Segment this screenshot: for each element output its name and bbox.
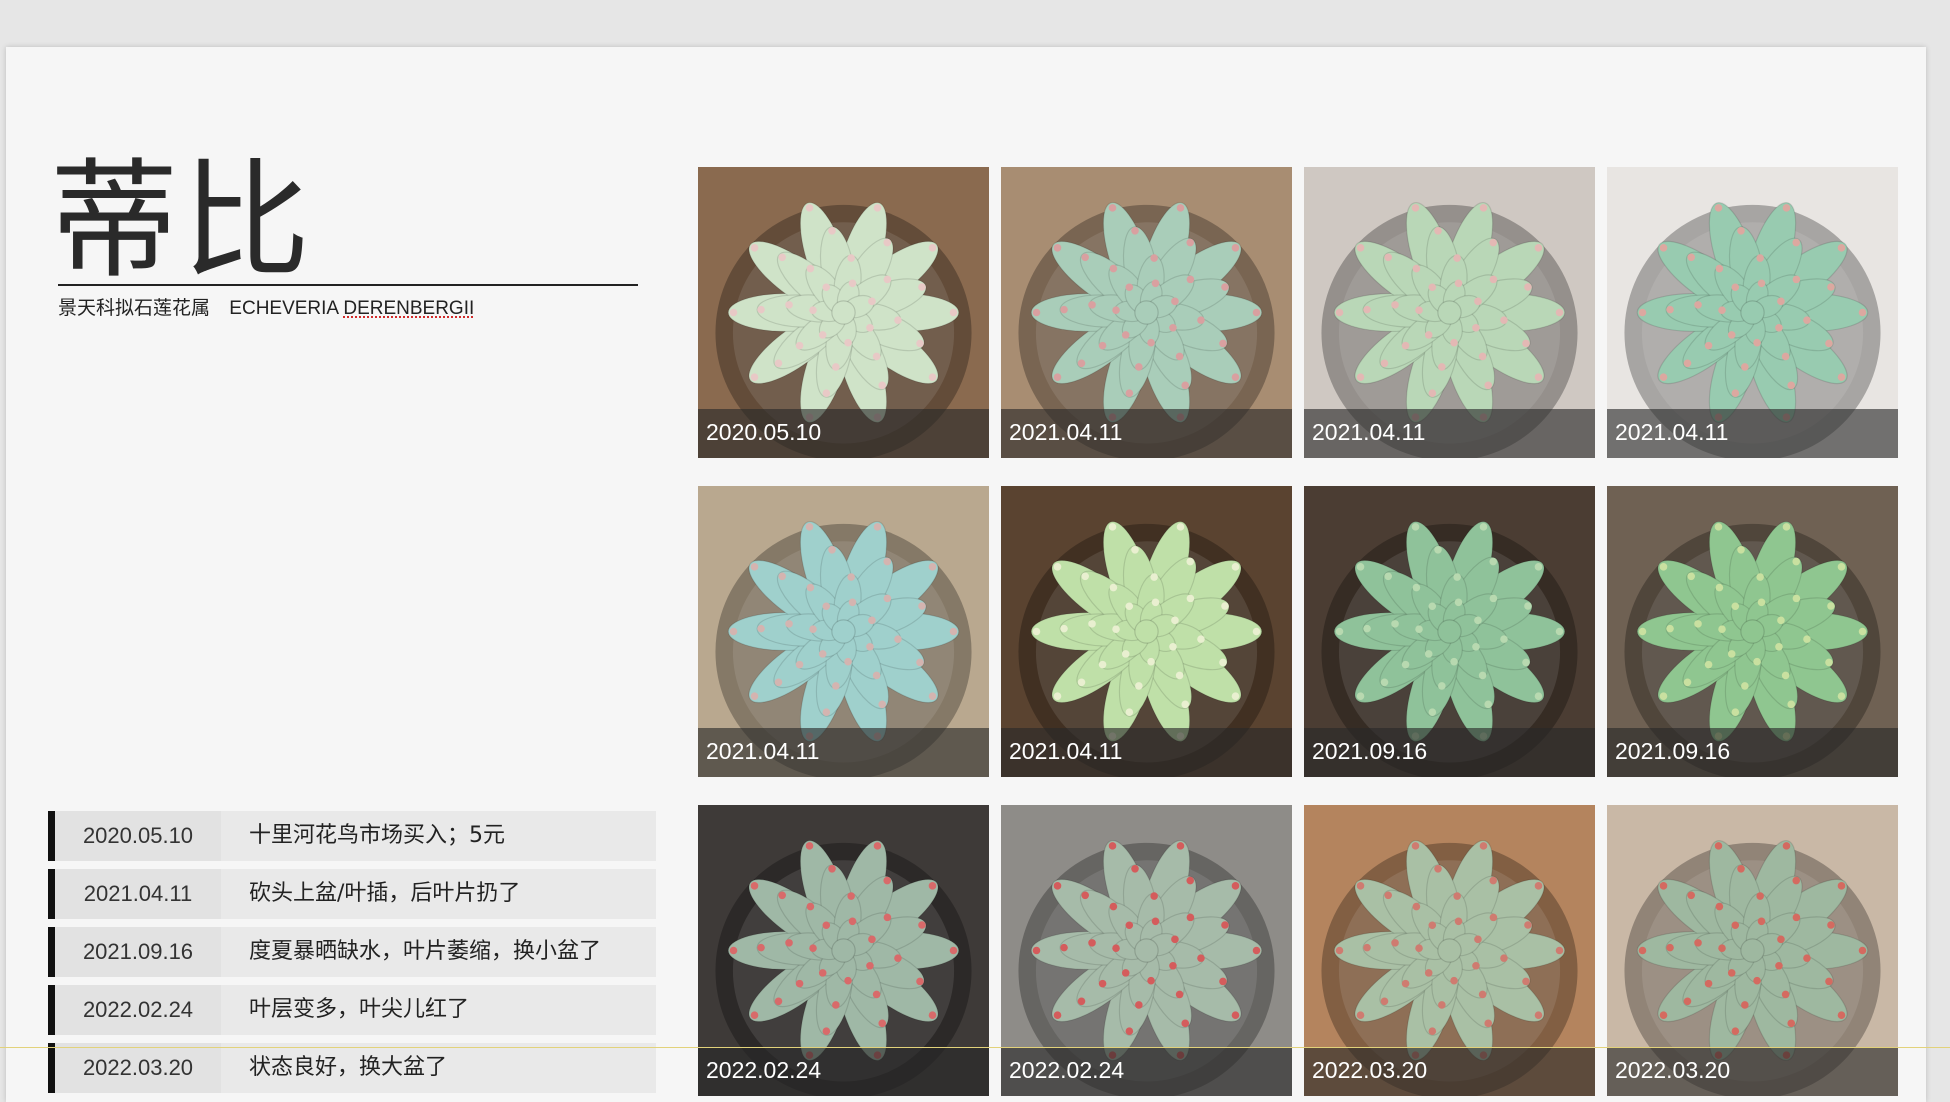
timeline-date: 2020.05.10 bbox=[55, 811, 221, 861]
photo-date: 2022.03.20 bbox=[1312, 1057, 1428, 1083]
species-subtitle: 景天科拟石莲花属 ECHEVERIA DERENBERGII bbox=[58, 293, 474, 320]
timeline-date: 2021.09.16 bbox=[55, 927, 221, 977]
timeline-row: 2021.09.16 度夏暴晒缺水，叶片萎缩，换小盆了 bbox=[48, 927, 656, 977]
succulent-photo[interactable]: 2021.09.16 bbox=[1607, 486, 1898, 777]
photo-caption-bar: 2022.03.20 bbox=[1607, 1047, 1898, 1096]
photo-caption-bar: 2022.02.24 bbox=[1001, 1047, 1292, 1096]
photo-caption-bar: 2022.03.20 bbox=[1304, 1047, 1595, 1096]
title-divider bbox=[58, 284, 638, 286]
succulent-photo[interactable]: 2022.03.20 bbox=[1304, 805, 1595, 1096]
photo-date: 2021.04.11 bbox=[1009, 419, 1123, 445]
growth-timeline: 2020.05.10 十里河花鸟市场买入；5元 2021.04.11 砍头上盆/… bbox=[48, 811, 656, 1101]
page-title: 蒂比 bbox=[50, 147, 315, 296]
latin-species: DERENBERGII bbox=[343, 298, 475, 319]
photo-caption-bar: 2022.02.24 bbox=[698, 1047, 989, 1096]
succulent-photo[interactable]: 2022.03.20 bbox=[1607, 805, 1898, 1096]
slide-canvas: 蒂比 景天科拟石莲花属 ECHEVERIA DERENBERGII 2020.0… bbox=[6, 47, 1926, 1102]
succulent-photo[interactable]: 2021.04.11 bbox=[1607, 167, 1898, 458]
photo-date: 2021.04.11 bbox=[1312, 419, 1426, 445]
photo-caption-bar: 2021.04.11 bbox=[1304, 409, 1595, 458]
timeline-note: 砍头上盆/叶插，后叶片扔了 bbox=[249, 881, 521, 906]
timeline-note: 度夏暴晒缺水，叶片萎缩，换小盆了 bbox=[249, 939, 602, 964]
photo-date: 2022.02.24 bbox=[706, 1057, 822, 1083]
succulent-photo[interactable]: 2021.04.11 bbox=[1001, 167, 1292, 458]
photo-caption-bar: 2021.09.16 bbox=[1607, 728, 1898, 777]
photo-date: 2021.09.16 bbox=[1615, 738, 1731, 764]
photo-caption-bar: 2021.04.11 bbox=[1001, 728, 1292, 777]
timeline-row: 2020.05.10 十里河花鸟市场买入；5元 bbox=[48, 811, 656, 861]
photo-date: 2022.02.24 bbox=[1009, 1057, 1125, 1083]
succulent-photo[interactable]: 2022.02.24 bbox=[698, 805, 989, 1096]
timeline-note: 十里河花鸟市场买入；5元 bbox=[249, 823, 505, 848]
genus-chinese: 景天科拟石莲花属 bbox=[58, 297, 211, 319]
timeline-date: 2022.02.24 bbox=[55, 985, 221, 1035]
photo-caption-bar: 2021.04.11 bbox=[1607, 409, 1898, 458]
succulent-photo[interactable]: 2022.02.24 bbox=[1001, 805, 1292, 1096]
photo-caption-bar: 2020.05.10 bbox=[698, 409, 989, 458]
timeline-date: 2021.04.11 bbox=[55, 869, 221, 919]
photo-date: 2021.04.11 bbox=[1009, 738, 1123, 764]
photo-date: 2022.03.20 bbox=[1615, 1057, 1731, 1083]
photo-date: 2021.04.11 bbox=[1615, 419, 1729, 445]
photo-caption-bar: 2021.04.11 bbox=[698, 728, 989, 777]
latin-genus: ECHEVERIA bbox=[229, 298, 339, 319]
photo-date: 2020.05.10 bbox=[706, 419, 822, 445]
succulent-photo[interactable]: 2021.04.11 bbox=[698, 486, 989, 777]
succulent-photo[interactable]: 2021.04.11 bbox=[1001, 486, 1292, 777]
succulent-photo[interactable]: 2021.09.16 bbox=[1304, 486, 1595, 777]
timeline-row: 2022.03.20 状态良好，换大盆了 bbox=[48, 1043, 656, 1093]
timeline-note: 状态良好，换大盆了 bbox=[249, 1055, 448, 1080]
succulent-photo[interactable]: 2021.04.11 bbox=[1304, 167, 1595, 458]
timeline-row: 2021.04.11 砍头上盆/叶插，后叶片扔了 bbox=[48, 869, 656, 919]
photo-caption-bar: 2021.09.16 bbox=[1304, 728, 1595, 777]
photo-caption-bar: 2021.04.11 bbox=[1001, 409, 1292, 458]
photo-date: 2021.09.16 bbox=[1312, 738, 1428, 764]
photo-date: 2021.04.11 bbox=[706, 738, 820, 764]
timeline-row: 2022.02.24 叶层变多，叶尖儿红了 bbox=[48, 985, 656, 1035]
guide-line bbox=[0, 1047, 1950, 1048]
timeline-date: 2022.03.20 bbox=[55, 1043, 221, 1093]
timeline-note: 叶层变多，叶尖儿红了 bbox=[249, 997, 470, 1022]
succulent-photo[interactable]: 2020.05.10 bbox=[698, 167, 989, 458]
latin-name: ECHEVERIA DERENBERGII bbox=[229, 298, 474, 319]
